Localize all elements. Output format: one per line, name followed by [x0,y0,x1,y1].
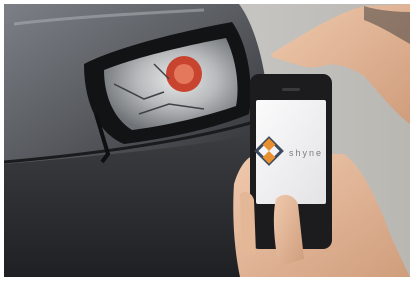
accident-photo: shyne [4,4,410,277]
phone-speaker [282,88,300,91]
scene [4,4,410,277]
fingers [240,192,256,255]
app-wordmark: shyne [289,148,324,158]
